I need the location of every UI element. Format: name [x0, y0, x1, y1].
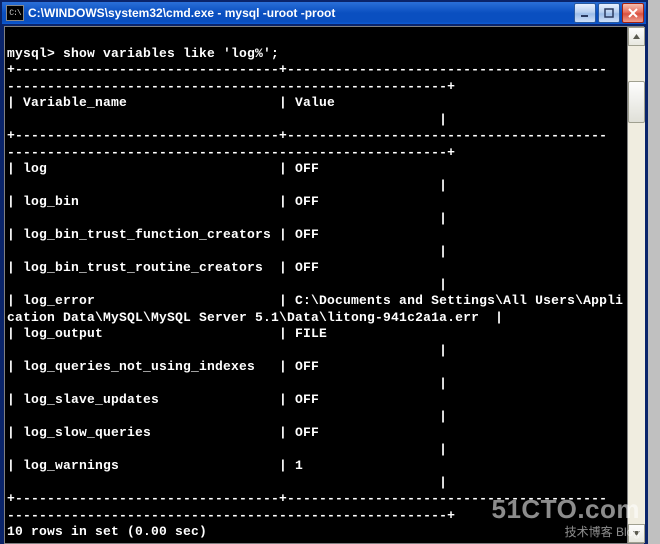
app-icon: C:\ [6, 5, 24, 21]
close-button[interactable] [622, 3, 644, 23]
minimize-button[interactable] [574, 3, 596, 23]
maximize-button[interactable] [598, 3, 620, 23]
scroll-track[interactable] [628, 46, 645, 524]
command-prompt-window: C:\ C:\WINDOWS\system32\cmd.exe - mysql … [0, 0, 648, 544]
terminal-output: mysql> show variables like 'log%'; +----… [5, 27, 628, 543]
terminal-area[interactable]: mysql> show variables like 'log%'; +----… [4, 26, 644, 544]
window-buttons [574, 3, 644, 23]
scroll-down-button[interactable] [628, 524, 645, 543]
window-title: C:\WINDOWS\system32\cmd.exe - mysql -uro… [28, 6, 335, 20]
scroll-thumb[interactable] [628, 81, 645, 123]
titlebar[interactable]: C:\ C:\WINDOWS\system32\cmd.exe - mysql … [2, 2, 646, 24]
vertical-scrollbar[interactable] [627, 27, 645, 543]
scroll-up-button[interactable] [628, 27, 645, 46]
